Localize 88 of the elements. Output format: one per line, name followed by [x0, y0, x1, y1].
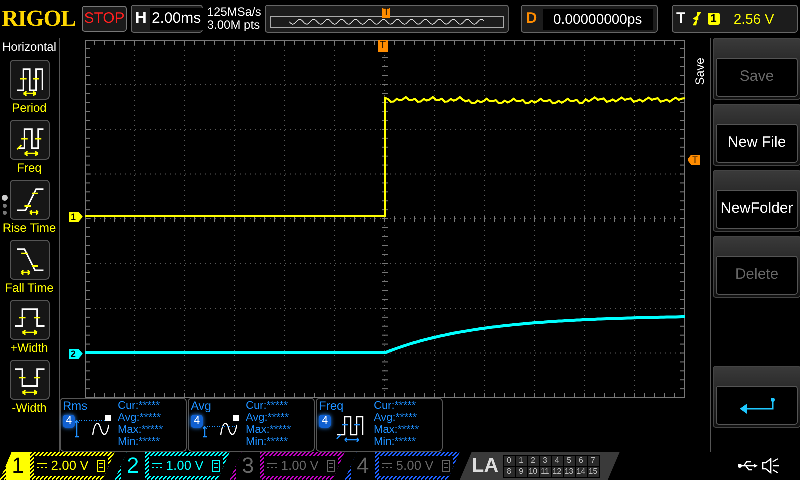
measure-menu-item[interactable]: Period: [10, 60, 50, 115]
measure-menu-item[interactable]: -Width: [10, 360, 50, 415]
negative-pulse-icon: [10, 360, 50, 400]
digital-channel-indicator: 3: [540, 456, 551, 466]
measurement-name: Rms: [63, 400, 89, 413]
trigger-source-badge: 1: [708, 13, 720, 25]
bandwidth-limit-icon: [96, 460, 105, 472]
menu-title: Save: [692, 58, 708, 86]
channel-scale: 2.00 V: [51, 457, 89, 476]
measurement-reading: Min:*****: [118, 436, 162, 448]
menu-button[interactable]: NewFolder: [713, 170, 800, 232]
back-button[interactable]: [713, 366, 800, 428]
measurement-reading: Max:*****: [118, 424, 164, 436]
source-badge: 4: [63, 415, 76, 428]
channel-tab[interactable]: 3: [236, 452, 260, 480]
digital-channel-indicator: 12: [552, 466, 563, 476]
run-stop-status[interactable]: STOP: [82, 6, 128, 32]
channel-tab[interactable]: 4: [351, 452, 376, 480]
channel-scale: 5.00 V: [396, 457, 434, 476]
measurement-reading: Cur:*****: [246, 400, 290, 412]
measurement-reading: Avg:*****: [374, 412, 418, 424]
channel-marker[interactable]: 2: [69, 349, 83, 359]
dc-coupling-icon: [152, 463, 162, 469]
frequency-pulse-icon: [10, 120, 50, 160]
bandwidth-limit-icon: [326, 460, 335, 472]
trigger-label: T: [676, 8, 686, 29]
digital-channel-indicator: 14: [576, 466, 587, 476]
measurement-name: Avg: [191, 400, 212, 413]
digital-channel-indicator: 0: [504, 456, 515, 466]
return-arrow-icon: [739, 398, 775, 414]
digital-channel-indicator: 1: [516, 456, 527, 466]
digital-channel-indicator: 6: [576, 456, 587, 466]
memory-depth: 3.00M pts: [207, 19, 262, 32]
timebase-value: 2.00ms: [150, 8, 204, 30]
measurement-reading: Avg:*****: [118, 412, 162, 424]
rising-edge-icon: [10, 180, 50, 220]
measurement-reading: Min:*****: [374, 436, 418, 448]
trigger-level: 2.56 V: [734, 10, 774, 28]
bandwidth-limit-icon: [212, 460, 220, 472]
falling-edge-icon: [10, 240, 50, 280]
source-badge: 4: [191, 415, 204, 428]
usb-icon: [738, 461, 758, 471]
measure-menu-item[interactable]: +Width: [10, 300, 50, 355]
measurement-reading: Max:*****: [246, 424, 292, 436]
menu-button[interactable]: New File: [713, 104, 800, 166]
measure-menu-item[interactable]: Fall Time: [5, 240, 54, 295]
channel-scale: 1.00 V: [281, 457, 319, 476]
measurement-reading: Min:*****: [246, 436, 290, 448]
measurement-name: Freq: [319, 400, 345, 413]
positive-pulse-icon: [10, 300, 50, 340]
timebase-label: H: [135, 9, 147, 29]
trigger-position-marker: T: [382, 8, 390, 18]
dc-coupling-icon: [37, 463, 48, 469]
measurement-reading: Max:*****: [374, 424, 420, 436]
dc-coupling-icon: [382, 463, 392, 469]
rising-edge-icon: [692, 12, 702, 26]
digital-channel-indicator: 10: [528, 466, 539, 476]
brand-logo: RIGOL: [2, 4, 77, 33]
speaker-icon: [762, 458, 780, 474]
digital-channel-indicator: 15: [588, 466, 599, 476]
digital-channel-indicator: 11: [540, 466, 551, 476]
dc-coupling-icon: [267, 463, 278, 469]
digital-channel-indicator: 13: [564, 466, 575, 476]
channel-tab[interactable]: 2: [121, 452, 146, 480]
trigger-level-marker[interactable]: T: [688, 155, 700, 165]
menu-title: Horizontal: [2, 39, 57, 55]
digital-channel-indicator: 4: [552, 456, 563, 466]
measurement-reading: Cur:*****: [374, 400, 418, 412]
measure-menu-item[interactable]: Freq: [10, 120, 50, 175]
channel-marker[interactable]: 1: [69, 212, 83, 222]
sample-rate: 125MSa/s: [207, 6, 262, 19]
measurement-reading: Avg:*****: [246, 412, 290, 424]
digital-channel-indicator: 8: [504, 466, 515, 476]
measurement-reading: Cur:*****: [118, 400, 162, 412]
digital-channel-indicator: 2: [528, 456, 539, 466]
digital-channel-indicator: 9: [516, 466, 527, 476]
logic-analyzer-label: LA: [472, 454, 499, 479]
digital-channel-indicator: 5: [564, 456, 575, 466]
trigger-position-marker[interactable]: T: [378, 40, 388, 52]
bandwidth-limit-icon: [442, 460, 450, 472]
measure-menu-item[interactable]: Rise Time: [2, 180, 56, 235]
channel-tab[interactable]: 1: [6, 452, 30, 480]
period-pulse-icon: [10, 60, 50, 100]
delay-value: 0.00000000ps: [543, 8, 653, 30]
channel-scale: 1.00 V: [166, 457, 204, 476]
delay-label: D: [526, 8, 538, 29]
source-badge: 4: [319, 415, 332, 428]
digital-channel-indicator: 7: [588, 456, 599, 466]
